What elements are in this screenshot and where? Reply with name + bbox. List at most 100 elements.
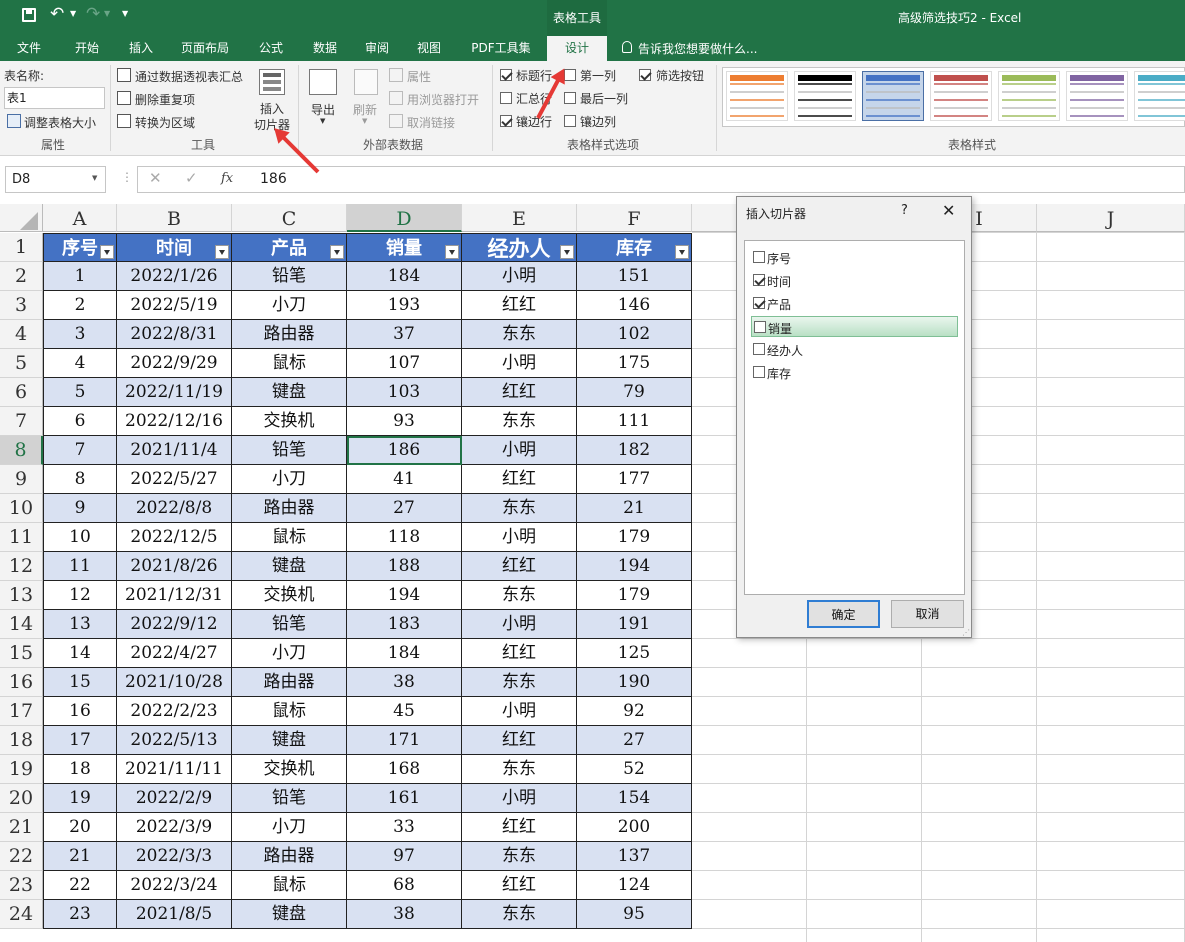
table-cell[interactable]: 179 xyxy=(577,523,692,552)
table-cell[interactable]: 168 xyxy=(347,755,462,784)
column-header[interactable]: B xyxy=(117,204,232,232)
table-cell[interactable]: 鼠标 xyxy=(232,871,347,900)
table-cell[interactable]: 东东 xyxy=(462,900,577,929)
active-cell[interactable]: 186 xyxy=(347,436,462,465)
export-dropdown-icon[interactable]: ▼ xyxy=(320,117,325,125)
table-cell[interactable]: 92 xyxy=(577,697,692,726)
table-cell[interactable]: 125 xyxy=(577,639,692,668)
table-cell[interactable]: 17 xyxy=(43,726,117,755)
field-checkbox[interactable] xyxy=(753,343,765,355)
table-cell[interactable]: 2022/9/12 xyxy=(117,610,232,639)
table-cell[interactable]: 2022/12/16 xyxy=(117,407,232,436)
tab-formulas[interactable]: 公式 xyxy=(250,36,292,61)
name-box[interactable]: D8 xyxy=(5,166,106,193)
table-cell[interactable]: 38 xyxy=(347,668,462,697)
table-cell[interactable]: 68 xyxy=(347,871,462,900)
table-cell[interactable]: 鼠标 xyxy=(232,697,347,726)
table-cell[interactable]: 151 xyxy=(577,262,692,291)
table-cell[interactable]: 2021/12/31 xyxy=(117,581,232,610)
table-cell[interactable]: 193 xyxy=(347,291,462,320)
table-cell[interactable]: 小刀 xyxy=(232,813,347,842)
table-cell[interactable]: 13 xyxy=(43,610,117,639)
table-cell[interactable]: 2022/2/23 xyxy=(117,697,232,726)
table-style-swatch[interactable] xyxy=(1066,71,1128,121)
table-cell[interactable]: 1 xyxy=(43,262,117,291)
slicer-field-item[interactable]: 时间 xyxy=(751,270,958,291)
total-row-checkbox[interactable] xyxy=(500,92,512,104)
undo-dropdown-icon[interactable]: ▼ xyxy=(70,9,76,18)
table-cell[interactable]: 小明 xyxy=(462,784,577,813)
table-cell[interactable]: 东东 xyxy=(462,842,577,871)
table-cell[interactable]: 铅笔 xyxy=(232,610,347,639)
export-button[interactable]: 导出 xyxy=(311,101,335,118)
table-cell[interactable]: 190 xyxy=(577,668,692,697)
field-checkbox[interactable] xyxy=(753,251,765,263)
table-cell[interactable]: 交换机 xyxy=(232,755,347,784)
field-checkbox[interactable] xyxy=(754,321,766,333)
row-header[interactable]: 17 xyxy=(0,697,43,726)
table-cell[interactable]: 2022/1/26 xyxy=(117,262,232,291)
table-cell[interactable]: 小明 xyxy=(462,697,577,726)
table-cell[interactable]: 红红 xyxy=(462,378,577,407)
table-cell[interactable]: 红红 xyxy=(462,726,577,755)
table-cell[interactable]: 146 xyxy=(577,291,692,320)
row-header[interactable]: 18 xyxy=(0,726,43,755)
table-cell[interactable]: 铅笔 xyxy=(232,262,347,291)
convert-to-range-button[interactable]: 转换为区域 xyxy=(135,114,195,131)
row-header[interactable]: 1 xyxy=(0,233,43,262)
table-cell[interactable]: 41 xyxy=(347,465,462,494)
table-cell[interactable]: 红红 xyxy=(462,552,577,581)
table-cell[interactable]: 7 xyxy=(43,436,117,465)
table-cell[interactable]: 184 xyxy=(347,262,462,291)
tab-design[interactable]: 设计 xyxy=(547,36,607,61)
cancel-entry-icon[interactable]: ✕ xyxy=(149,169,162,187)
table-cell[interactable]: 20 xyxy=(43,813,117,842)
table-cell[interactable]: 171 xyxy=(347,726,462,755)
filter-dropdown-icon[interactable] xyxy=(445,245,459,259)
table-cell[interactable]: 37 xyxy=(347,320,462,349)
table-cell[interactable]: 8 xyxy=(43,465,117,494)
table-cell[interactable]: 188 xyxy=(347,552,462,581)
table-cell[interactable]: 2021/11/11 xyxy=(117,755,232,784)
table-cell[interactable]: 东东 xyxy=(462,407,577,436)
table-cell[interactable]: 2022/8/31 xyxy=(117,320,232,349)
table-cell[interactable]: 小刀 xyxy=(232,291,347,320)
banded-columns-checkbox[interactable] xyxy=(564,115,576,127)
row-header[interactable]: 4 xyxy=(0,320,43,349)
table-cell[interactable]: 9 xyxy=(43,494,117,523)
table-cell[interactable]: 95 xyxy=(577,900,692,929)
table-style-swatch[interactable] xyxy=(794,71,856,121)
table-cell[interactable]: 路由器 xyxy=(232,668,347,697)
resize-table-button[interactable]: 调整表格大小 xyxy=(24,114,96,131)
table-cell[interactable]: 79 xyxy=(577,378,692,407)
table-cell[interactable]: 200 xyxy=(577,813,692,842)
header-row-checkbox[interactable] xyxy=(500,69,512,81)
table-cell[interactable]: 东东 xyxy=(462,755,577,784)
table-cell[interactable]: 45 xyxy=(347,697,462,726)
table-cell[interactable]: 124 xyxy=(577,871,692,900)
table-cell[interactable]: 小刀 xyxy=(232,639,347,668)
filter-dropdown-icon[interactable] xyxy=(215,245,229,259)
table-cell[interactable]: 14 xyxy=(43,639,117,668)
remove-duplicates-button[interactable]: 删除重复项 xyxy=(135,91,195,108)
tab-file[interactable]: 文件 xyxy=(8,36,50,61)
table-cell[interactable]: 小刀 xyxy=(232,465,347,494)
table-cell[interactable]: 2022/12/5 xyxy=(117,523,232,552)
save-icon[interactable] xyxy=(22,8,36,22)
row-header[interactable]: 10 xyxy=(0,494,43,523)
table-cell[interactable]: 铅笔 xyxy=(232,436,347,465)
table-cell[interactable]: 4 xyxy=(43,349,117,378)
tab-home[interactable]: 开始 xyxy=(66,36,108,61)
table-cell[interactable]: 6 xyxy=(43,407,117,436)
row-header[interactable]: 13 xyxy=(0,581,43,610)
table-cell[interactable]: 23 xyxy=(43,900,117,929)
table-cell[interactable]: 红红 xyxy=(462,871,577,900)
table-cell[interactable]: 2022/8/8 xyxy=(117,494,232,523)
table-cell[interactable]: 19 xyxy=(43,784,117,813)
tab-view[interactable]: 视图 xyxy=(408,36,450,61)
row-header[interactable]: 20 xyxy=(0,784,43,813)
table-cell[interactable]: 键盘 xyxy=(232,378,347,407)
table-cell[interactable]: 5 xyxy=(43,378,117,407)
unlink-button[interactable]: 取消链接 xyxy=(407,114,455,131)
table-cell[interactable]: 2022/9/29 xyxy=(117,349,232,378)
